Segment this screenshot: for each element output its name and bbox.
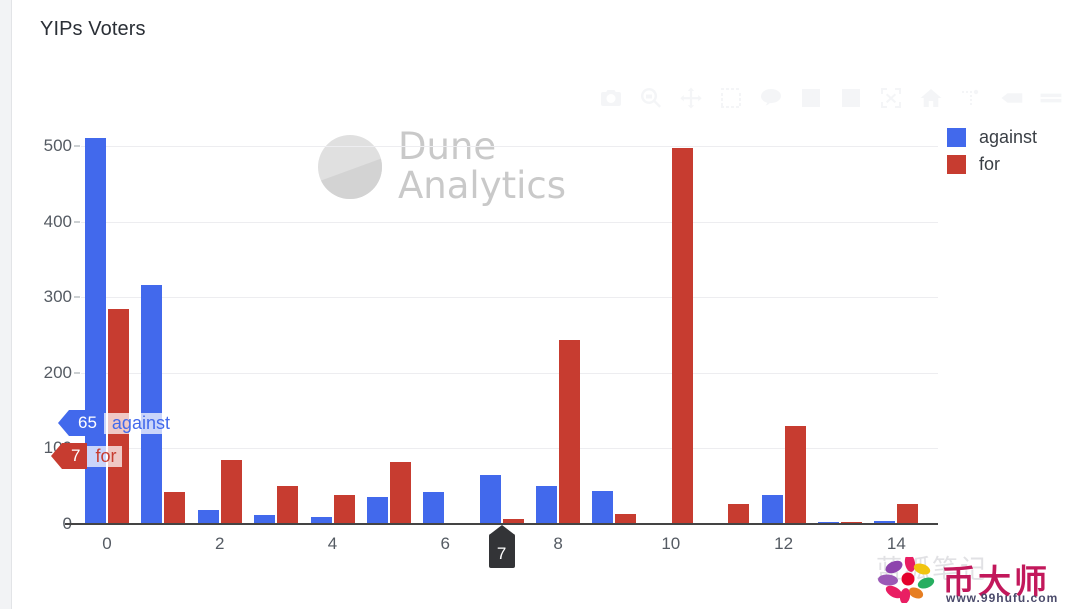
bar-against-8[interactable] <box>536 486 558 524</box>
reset-axes-home-icon[interactable] <box>918 85 944 111</box>
bar-for-3[interactable] <box>277 486 299 524</box>
legend-item-against[interactable]: against <box>947 127 1037 148</box>
bar-against-12[interactable] <box>761 495 783 524</box>
bar-against-9[interactable] <box>592 490 614 524</box>
y-axis-tick-label: 200 <box>43 362 72 382</box>
screenshot-root: YIPs Voters against for Dune Analytics 1… <box>0 0 1080 609</box>
chart-legend[interactable]: against for <box>947 127 1037 175</box>
bar-for-0[interactable] <box>108 309 129 524</box>
chart-panel: YIPs Voters against for Dune Analytics 1… <box>13 0 1080 609</box>
legend-item-for[interactable]: for <box>947 154 1037 175</box>
site-watermark-name: 币大师 <box>942 562 1050 601</box>
y-axis-tick-mark <box>74 221 80 223</box>
x-axis-tick-label: 2 <box>215 534 225 553</box>
page-title: YIPs Voters <box>40 18 146 40</box>
y-axis-tick-label: 300 <box>43 287 72 307</box>
bar-against-0[interactable] <box>85 138 106 524</box>
toggle-spike-lines-icon[interactable] <box>958 85 984 111</box>
x-axis-tick-label: 0 <box>102 534 112 553</box>
bar-against-6[interactable] <box>423 491 445 524</box>
plot-area: 0100200300400500 02468101214 65 against … <box>44 136 938 568</box>
pan-icon[interactable] <box>678 85 704 111</box>
y-axis-tick-mark <box>74 145 80 147</box>
bar-against-2[interactable] <box>197 509 219 524</box>
zoom-out-icon[interactable] <box>838 85 864 111</box>
site-watermark: 蓝狐笔记 币大师 www.99hufu.com <box>866 551 1074 607</box>
y-axis-tick-mark <box>74 447 80 449</box>
x-axis-tick-label: 4 <box>327 534 338 553</box>
site-watermark-ghost-text: 蓝狐笔记 <box>876 555 989 585</box>
bar-against-7[interactable] <box>479 474 501 524</box>
y-axis-tick-label: 500 <box>43 136 72 155</box>
y-axis-tick-label: 400 <box>43 211 72 231</box>
bar-for-1[interactable] <box>164 491 186 524</box>
site-watermark-url: www.99hufu.com <box>946 591 1059 605</box>
bar-for-14[interactable] <box>897 504 919 524</box>
plotly-modebar[interactable] <box>598 85 1064 111</box>
y-axis-tick-label: 100 <box>43 438 72 458</box>
x-axis-tick-label: 12 <box>774 534 794 553</box>
hover-closest-icon[interactable] <box>1038 85 1064 111</box>
x-axis-tick-label: 6 <box>440 534 451 553</box>
flower-logo-icon <box>878 557 935 603</box>
x-axis-tick-label: 10 <box>661 534 681 553</box>
box-select-icon[interactable] <box>718 85 744 111</box>
bar-series-container[interactable] <box>81 138 938 524</box>
bar-against-1[interactable] <box>141 285 163 524</box>
hover-compare-icon[interactable] <box>998 85 1024 111</box>
bar-for-2[interactable] <box>220 459 242 524</box>
bar-for-5[interactable] <box>389 462 411 524</box>
zoom-icon[interactable] <box>638 85 664 111</box>
left-gutter <box>0 0 12 609</box>
y-axis-tick-mark <box>74 296 80 298</box>
legend-swatch-for-icon <box>947 155 966 174</box>
bar-for-8[interactable] <box>559 340 581 524</box>
bar-for-10[interactable] <box>671 148 693 524</box>
legend-label-against: against <box>979 127 1038 147</box>
bar-for-11[interactable] <box>728 504 750 524</box>
autoscale-icon[interactable] <box>878 85 904 111</box>
lasso-select-icon[interactable] <box>758 85 784 111</box>
legend-label-for: for <box>979 154 1001 174</box>
legend-swatch-against-icon <box>947 128 966 147</box>
x-axis-tick-label: 8 <box>553 534 563 553</box>
hover-x-marker: 7 <box>488 525 515 568</box>
bar-against-5[interactable] <box>366 496 388 524</box>
bar-for-4[interactable] <box>333 495 355 524</box>
y-axis-tick-mark <box>74 372 80 374</box>
zoom-in-icon[interactable] <box>798 85 824 111</box>
download-plot-icon[interactable] <box>598 85 624 111</box>
x-axis-tick-label: 14 <box>886 534 906 553</box>
bar-for-12[interactable] <box>784 426 806 524</box>
